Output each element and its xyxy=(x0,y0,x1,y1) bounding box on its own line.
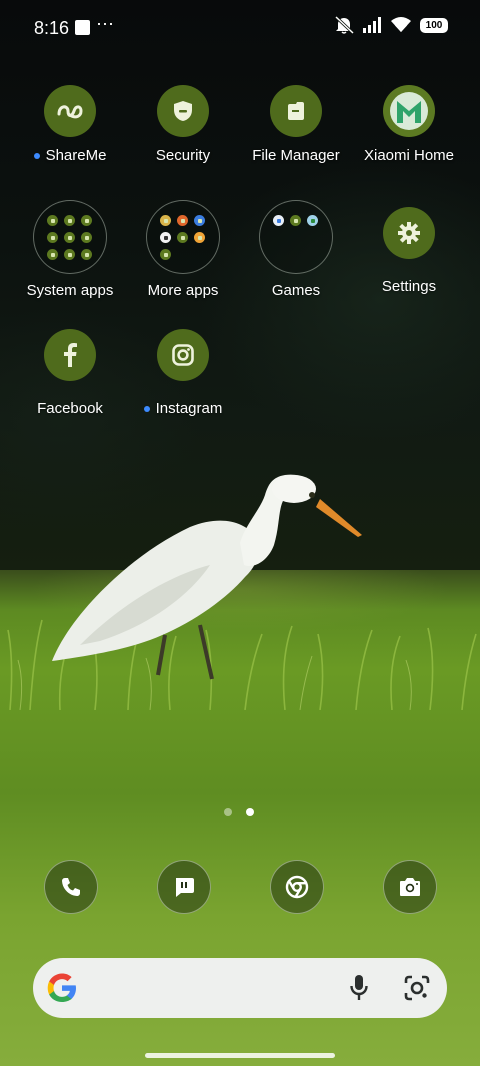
app-xiaomi-home[interactable]: Xiaomi Home xyxy=(353,85,465,164)
page-indicator xyxy=(224,808,254,816)
app-shareme[interactable]: ShareMe xyxy=(14,85,126,164)
instagram-icon xyxy=(157,329,209,381)
app-label: ShareMe xyxy=(45,147,107,164)
dock-chrome-button[interactable] xyxy=(270,860,324,914)
mute-icon xyxy=(334,16,354,34)
chrome-icon xyxy=(285,875,309,899)
app-label: Facebook xyxy=(37,400,103,417)
app-facebook[interactable]: Facebook xyxy=(14,329,126,417)
clock: 8:16 xyxy=(34,18,70,38)
google-search-bar[interactable] xyxy=(33,958,447,1018)
new-app-dot xyxy=(33,152,40,159)
new-app-dot xyxy=(143,405,150,412)
shareme-icon xyxy=(44,85,96,137)
more-notifications-icon: ⋯ xyxy=(96,14,115,34)
microphone-icon[interactable] xyxy=(349,974,369,1002)
page-dot[interactable] xyxy=(224,808,232,816)
app-label: Security xyxy=(155,147,211,164)
status-bar: 8:16 ⋯ 100 xyxy=(0,0,480,56)
dock-phone-button[interactable] xyxy=(44,860,98,914)
shield-icon xyxy=(157,85,209,137)
dock-camera-button[interactable] xyxy=(383,860,437,914)
facebook-icon xyxy=(44,329,96,381)
page-dot-active[interactable] xyxy=(246,808,254,816)
battery-icon: 100 xyxy=(420,17,448,33)
camera-icon xyxy=(400,878,420,896)
folder-icon xyxy=(259,200,333,274)
folder-file-icon xyxy=(270,85,322,137)
app-security[interactable]: Security xyxy=(127,85,239,164)
app-label: Games xyxy=(271,282,321,299)
gesture-navigation-bar[interactable] xyxy=(145,1053,335,1058)
app-instagram[interactable]: Instagram xyxy=(127,329,239,417)
dock-messages-button[interactable] xyxy=(157,860,211,914)
messages-icon xyxy=(176,878,194,897)
folder-games[interactable]: Games xyxy=(240,198,352,299)
app-label: Settings xyxy=(381,278,437,295)
app-label: Xiaomi Home xyxy=(363,147,455,164)
app-settings[interactable]: Settings xyxy=(353,207,465,295)
app-file-manager[interactable]: File Manager xyxy=(240,85,352,164)
notification-box-icon xyxy=(75,20,90,35)
google-lens-icon[interactable] xyxy=(403,974,431,1002)
folder-more-apps[interactable]: More apps xyxy=(127,198,239,299)
folder-icon xyxy=(33,200,107,274)
signal-icon xyxy=(363,17,381,33)
egret-illustration xyxy=(52,474,362,680)
google-g-icon xyxy=(47,973,76,1002)
app-label: Instagram xyxy=(155,400,223,417)
app-label: File Manager xyxy=(252,147,340,164)
folder-icon xyxy=(146,200,220,274)
app-label: More apps xyxy=(147,282,219,299)
xiaomi-home-icon xyxy=(383,85,435,137)
gear-icon xyxy=(383,207,435,259)
app-label: System apps xyxy=(26,282,114,299)
phone-icon xyxy=(62,878,80,896)
wifi-icon xyxy=(391,17,411,32)
folder-system-apps[interactable]: System apps xyxy=(14,198,126,299)
